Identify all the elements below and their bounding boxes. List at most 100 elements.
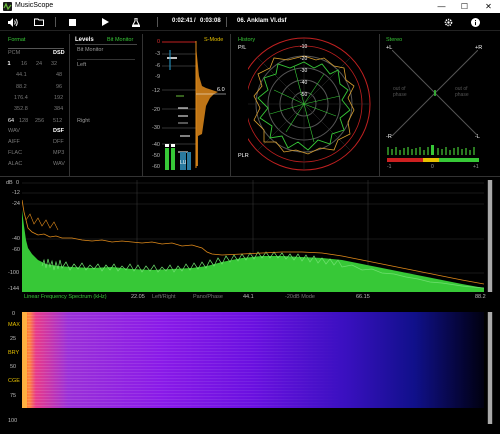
dsd-128: 128 (19, 118, 29, 124)
ring-label-40: -40 (300, 80, 308, 86)
spectrogram-image (22, 312, 484, 408)
rate-44-1: 44.1 (16, 72, 27, 78)
minus-r-label: -R (386, 134, 392, 140)
spectrum-scroll-thumb[interactable] (488, 180, 492, 292)
minimize-button[interactable]: — (430, 0, 453, 13)
spectrogram-scroll-thumb[interactable] (488, 312, 492, 424)
meter-scale-6: -6 (155, 63, 160, 69)
rate-48: 48 (56, 72, 63, 78)
title-bar: MusicScope — ☐ ✕ (0, 0, 500, 13)
meter-peak-value: 6.0 (217, 87, 225, 93)
meter-scale-20: -20 (152, 107, 160, 113)
corr-left-label: -1 (387, 164, 392, 170)
ring-label-10: -10 (300, 44, 308, 50)
left-right-mode[interactable]: Left/Right (152, 294, 176, 300)
rate-88-2: 88.2 (16, 84, 27, 90)
time-total: 0:03:08 (200, 18, 221, 24)
spectrum-plot (22, 180, 484, 292)
spectrogram-scrollbar[interactable] (487, 312, 493, 424)
spectrum-y-12: -12 (12, 190, 20, 196)
spectrum-db-label: dB (6, 180, 13, 186)
ring-label-20: -20 (300, 56, 308, 62)
spectrum-x-22: 22.05 (131, 294, 145, 300)
app-logo-icon (3, 2, 12, 11)
meter-scale-12: -12 (152, 88, 160, 94)
info-icon (470, 17, 480, 27)
play-button[interactable] (97, 13, 113, 31)
time-separator: / (194, 18, 196, 24)
open-folder-button[interactable] (31, 13, 47, 31)
spectrum-scrollbar[interactable] (487, 180, 493, 292)
rate-176-4: 176.4 (14, 95, 28, 101)
bit-monitor-tab[interactable]: Bit Monitor (107, 37, 133, 43)
meter-scale-0: 0 (156, 39, 160, 45)
meter-scale-60: -60 (152, 164, 160, 170)
sgram-y-75: 75 (10, 393, 17, 399)
volume-button[interactable] (5, 13, 21, 31)
sgram-tag-cge: CGE (8, 378, 20, 384)
toolbar: 0:02:41 / 0:03:08 06. Anklam VI.dsf (0, 13, 500, 31)
sgram-tag-bry: BRY (8, 350, 20, 356)
rate-96: 96 (56, 84, 63, 90)
bits-32: 32 (50, 61, 58, 67)
format-aiff: AIFF (8, 139, 20, 145)
stereo-title: Stereo (386, 37, 403, 43)
sgram-y-25: 25 (10, 336, 17, 342)
rate-352-8: 352.8 (14, 106, 28, 112)
folder-icon (34, 18, 44, 26)
pl-label: P/L (238, 45, 247, 51)
format-dsf: DSF (53, 128, 64, 134)
sgram-tag-max: MAX (8, 322, 20, 328)
analyze-button[interactable] (128, 13, 144, 31)
meter-scale-50: -50 (152, 153, 160, 159)
settings-button[interactable] (440, 13, 456, 31)
dsd-64: 64 (8, 118, 15, 124)
lu-label: LU (180, 160, 187, 166)
pcm-label: PCM (8, 50, 21, 56)
sgram-y-100: 100 (8, 418, 18, 424)
minus-20db-mode[interactable]: -20dB Mode (285, 294, 315, 300)
ring-label-30: -30 (300, 68, 308, 74)
correlation-bar (387, 158, 479, 162)
corr-right-label: +1 (473, 164, 479, 170)
meter-scale-9: -9 (155, 74, 160, 80)
flask-icon (132, 17, 140, 27)
format-wav: WAV (8, 128, 20, 134)
sgram-y-50: 50 (10, 364, 17, 370)
corr-center-label: 0 (431, 164, 434, 170)
spectrum-y-144: -144 (8, 286, 20, 292)
meter-scale-30: -30 (152, 125, 160, 131)
rate-384: 384 (54, 106, 64, 112)
ring-label-50: -50 (300, 92, 308, 98)
stop-button[interactable] (64, 13, 80, 31)
format-wav-2: WAV (53, 161, 65, 167)
format-flac: FLAC (8, 150, 23, 156)
spectrum-y-100: -100 (8, 270, 20, 276)
gear-icon (444, 18, 452, 26)
pano-phase-mode[interactable]: Pano/Phase (193, 294, 223, 300)
spectrum-y-40: -40 (12, 236, 20, 242)
info-button[interactable] (467, 13, 483, 31)
stop-icon (68, 18, 76, 26)
speaker-icon (8, 17, 18, 27)
meter-graphic (162, 41, 226, 170)
format-alac: ALAC (8, 161, 23, 167)
dsd-label: DSD (53, 50, 65, 56)
spectrum-y-0: 0 (16, 180, 20, 186)
sgram-y-0: 0 (12, 311, 16, 317)
spectrum-x-44: 44.1 (243, 294, 254, 300)
close-button[interactable]: ✕ (477, 0, 500, 13)
stereo-level-strip (387, 145, 475, 155)
spectrum-x-66: 66.15 (356, 294, 370, 300)
spectrum-x-88: 88.2 (475, 294, 486, 300)
meter-scale-40: -40 (152, 142, 160, 148)
format-dff: DFF (53, 139, 64, 145)
play-icon (101, 18, 109, 26)
rate-192: 192 (54, 95, 64, 101)
time-current: 0:02:41 (172, 18, 193, 24)
right-channel-label: Right (77, 118, 90, 124)
out-of-phase-right: out of phase (455, 86, 469, 98)
history-radar (248, 37, 371, 171)
dsd-512: 512 (53, 118, 63, 124)
maximize-button[interactable]: ☐ (453, 0, 476, 13)
